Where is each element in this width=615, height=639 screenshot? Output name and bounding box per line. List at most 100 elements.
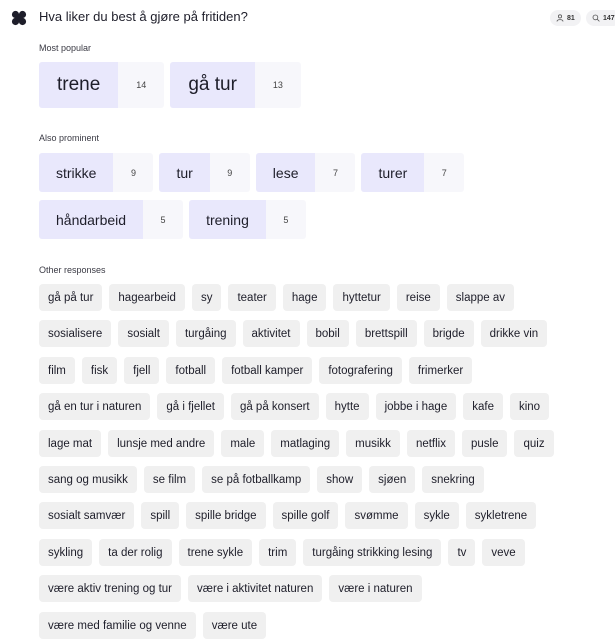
response-tag[interactable]: sy (191, 284, 222, 311)
response-tag[interactable]: turgåing strikking lesing (303, 539, 442, 566)
tag-row: film fisk fjell fotball fotball kamper fotogr… (39, 357, 473, 384)
response-tag[interactable]: være aktiv trening og tur (39, 575, 182, 602)
response-tag[interactable]: musikk (346, 430, 400, 457)
response-tag[interactable]: gå en tur i naturen (39, 393, 151, 420)
response-tag[interactable]: frimerker (408, 357, 473, 384)
search-icon (592, 14, 600, 22)
tag-row: sykling ta der rolig trene sykle trim turgåi… (39, 539, 525, 566)
tag-row: være med familie og venne være ute (39, 612, 267, 639)
response-tag[interactable]: drikke vin (480, 320, 548, 347)
response-tag[interactable]: tv (448, 539, 476, 566)
chip-label: gå tur (170, 62, 255, 108)
tag-row: sosialisere sosialt turgåing aktivitet bobil… (39, 320, 548, 347)
prominent-chip[interactable]: håndarbeid 5 (39, 200, 184, 239)
response-tag[interactable]: trim (259, 539, 297, 566)
tag-row: gå på tur hagearbeid sy teater hage hyttetur r… (39, 284, 515, 311)
response-tag[interactable]: snekring (422, 466, 484, 493)
response-tag[interactable]: jobbe i hage (375, 393, 457, 420)
prominent-chip[interactable]: tur 9 (159, 153, 250, 192)
chip-label: strikke (39, 153, 114, 192)
response-tag[interactable]: hyttetur (333, 284, 390, 311)
response-tag[interactable]: netflix (406, 430, 455, 457)
response-tag[interactable]: slappe av (446, 284, 515, 311)
clover-logo-icon (11, 10, 27, 26)
response-tag[interactable]: kino (509, 393, 550, 420)
response-tag[interactable]: hytte (325, 393, 369, 420)
prominent-chip[interactable]: lese 7 (255, 153, 356, 192)
response-tag[interactable]: trene sykle (178, 539, 253, 566)
response-tag[interactable]: brettspill (355, 320, 417, 347)
response-tag[interactable]: sosialt (118, 320, 169, 347)
most-popular-row: trene 14 gå tur 13 (39, 62, 301, 108)
response-tag[interactable]: fotografering (319, 357, 402, 384)
response-tag[interactable]: sykletrene (465, 502, 537, 529)
response-tag[interactable]: spill (141, 502, 180, 529)
section-label-also-prominent: Also prominent (39, 133, 100, 143)
response-tag[interactable]: være i aktivitet naturen (188, 575, 323, 602)
response-tag[interactable]: male (221, 430, 265, 457)
chip-count: 5 (283, 214, 289, 225)
response-tag[interactable]: bobil (306, 320, 349, 347)
response-tag[interactable]: pusle (461, 430, 508, 457)
response-tag[interactable]: hagearbeid (109, 284, 185, 311)
response-tag[interactable]: sang og musikk (39, 466, 137, 493)
response-tag[interactable]: se film (143, 466, 196, 493)
response-tag[interactable]: gå i fjellet (157, 393, 224, 420)
tag-row: sang og musikk se film se på fotballkamp sh… (39, 466, 484, 493)
participants-count: 81 (567, 14, 575, 22)
response-tag[interactable]: turgåing (175, 320, 236, 347)
response-tag[interactable]: lunsje med andre (108, 430, 215, 457)
response-tag[interactable]: show (317, 466, 363, 493)
also-prominent-row: strikke 9 tur 9 lese 7 turer 7 (39, 153, 465, 192)
response-tag[interactable]: fotball kamper (222, 357, 313, 384)
response-tag[interactable]: fisk (81, 357, 118, 384)
response-tag[interactable]: gå på tur (39, 284, 103, 311)
response-tag[interactable]: matlaging (271, 430, 340, 457)
response-tag[interactable]: reise (396, 284, 440, 311)
response-tag[interactable]: sosialisere (39, 320, 112, 347)
response-tag[interactable]: svømme (345, 502, 408, 529)
response-tag[interactable]: sykle (414, 502, 459, 529)
response-tag[interactable]: være ute (202, 612, 267, 639)
tag-row: sosialt samvær spill spille bridge spille g… (39, 502, 537, 529)
header: Hva liker du best å gjøre på fritiden? 8… (0, 0, 615, 36)
chip-count: 5 (160, 214, 166, 225)
response-tag[interactable]: være i naturen (329, 575, 422, 602)
popular-chip[interactable]: trene 14 (39, 62, 165, 108)
response-tag[interactable]: spille bridge (186, 502, 266, 529)
response-tag[interactable]: hage (282, 284, 327, 311)
response-tag[interactable]: sosialt samvær (39, 502, 135, 529)
response-tag[interactable]: quiz (514, 430, 554, 457)
response-tag[interactable]: kafe (463, 393, 503, 420)
prominent-chip[interactable]: turer 7 (361, 153, 465, 192)
response-tag[interactable]: veve (482, 539, 525, 566)
response-tag[interactable]: film (39, 357, 75, 384)
response-tag[interactable]: ta der rolig (99, 539, 172, 566)
response-tag[interactable]: fjell (124, 357, 160, 384)
chip-label: håndarbeid (39, 200, 144, 239)
prominent-chip[interactable]: strikke 9 (39, 153, 154, 192)
question-title: Hva liker du best å gjøre på fritiden? (39, 9, 248, 24)
response-tag[interactable]: gå på konsert (230, 393, 319, 420)
response-tag[interactable]: fotball (166, 357, 216, 384)
person-icon (556, 14, 564, 22)
section-label-most-popular: Most popular (39, 43, 92, 53)
response-tag[interactable]: sykling (39, 539, 93, 566)
tag-row: være aktiv trening og tur være i aktivite… (39, 575, 422, 602)
section-label-other-responses: Other responses (39, 265, 106, 275)
tag-row: lage mat lunsje med andre male matlaging mus… (39, 430, 554, 457)
chip-label: turer (361, 153, 425, 192)
responses-count-badge: 147 (586, 10, 615, 26)
prominent-chip[interactable]: trening 5 (189, 200, 306, 239)
response-tag[interactable]: spille golf (272, 502, 339, 529)
chip-label: trening (189, 200, 266, 239)
response-tag[interactable]: teater (228, 284, 276, 311)
response-tag[interactable]: aktivitet (242, 320, 300, 347)
response-tag[interactable]: se på fotballkamp (202, 466, 311, 493)
response-tag[interactable]: være med familie og venne (39, 612, 196, 639)
popular-chip[interactable]: gå tur 13 (170, 62, 301, 108)
participants-count-badge: 81 (550, 10, 581, 26)
response-tag[interactable]: lage mat (39, 430, 102, 457)
response-tag[interactable]: sjøen (369, 466, 416, 493)
response-tag[interactable]: brigde (423, 320, 474, 347)
